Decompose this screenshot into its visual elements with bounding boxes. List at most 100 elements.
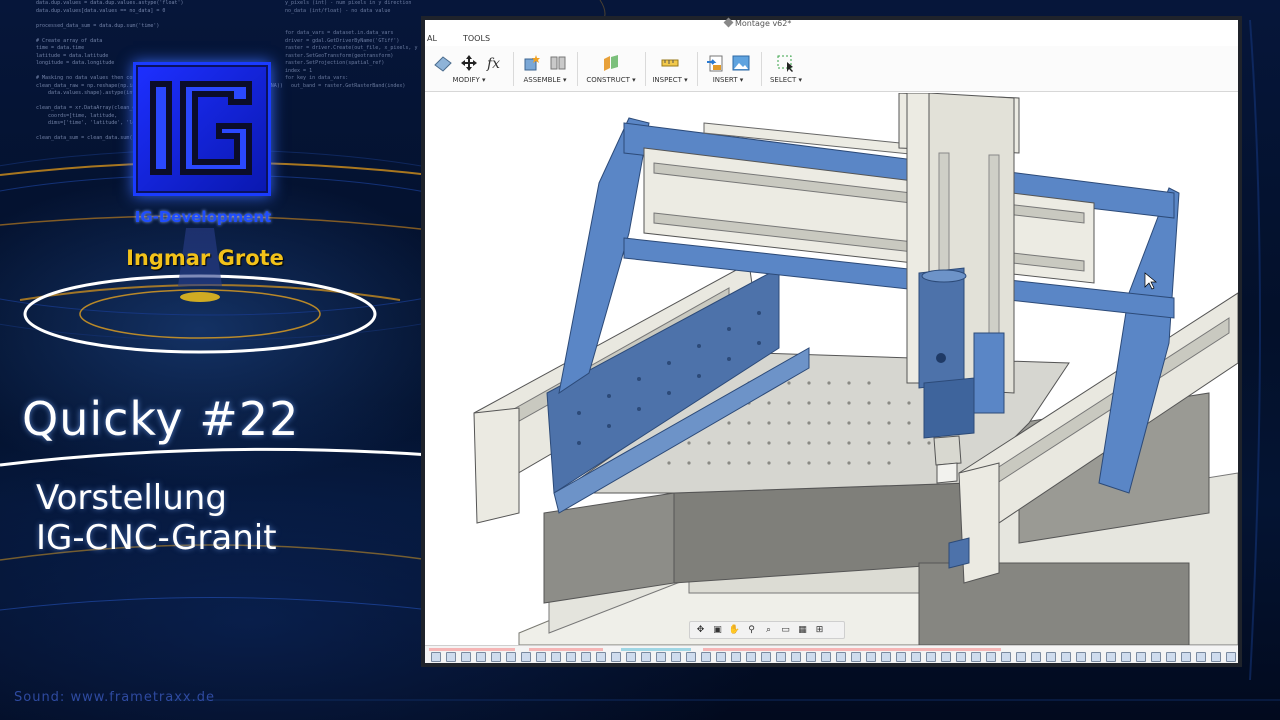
pan-hand-icon[interactable]: ✋ [728, 624, 741, 636]
timeline-feature-icon[interactable] [1106, 652, 1116, 662]
joint-icon[interactable] [548, 53, 568, 73]
timeline-feature-icon[interactable] [926, 652, 936, 662]
look-at-icon[interactable]: ▣ [711, 624, 724, 636]
timeline-feature-icon[interactable] [1181, 652, 1191, 662]
timeline-feature-icon[interactable] [1046, 652, 1056, 662]
timeline-feature-icon[interactable] [896, 652, 906, 662]
timeline-feature-icon[interactable] [686, 652, 696, 662]
timeline-feature-icon[interactable] [1211, 652, 1221, 662]
parameters-fx-icon[interactable]: fx [485, 53, 505, 73]
inspect-group[interactable]: INSPECT ▾ [649, 50, 691, 90]
timeline-feature-icon[interactable] [1226, 652, 1236, 662]
code-background-right: y_pixels (int) - num pixels in y directi… [285, 0, 418, 89]
display-settings-icon[interactable]: ▭ [779, 624, 792, 636]
timeline-feature-icon[interactable] [1091, 652, 1101, 662]
timeline-feature-icon[interactable] [1166, 652, 1176, 662]
grid-settings-icon[interactable]: ▦ [796, 624, 809, 636]
offset-plane-icon[interactable] [601, 53, 621, 73]
press-pull-icon[interactable] [433, 53, 453, 73]
insert-group[interactable]: INSERT ▾ [701, 50, 755, 90]
construct-group[interactable]: CONSTRUCT ▾ [581, 50, 641, 90]
orbit-icon[interactable]: ✥ [694, 624, 707, 636]
new-component-icon[interactable] [522, 53, 542, 73]
timeline-feature-icon[interactable] [476, 652, 486, 662]
timeline-feature-icon[interactable] [746, 652, 756, 662]
move-icon[interactable] [459, 53, 479, 73]
insert-image-icon[interactable] [731, 53, 751, 73]
timeline-feature-icon[interactable] [566, 652, 576, 662]
timeline-feature-icon[interactable] [446, 652, 456, 662]
timeline-feature-icon[interactable] [1076, 652, 1086, 662]
timeline-feature-icon[interactable] [866, 652, 876, 662]
timeline-feature-icon[interactable] [731, 652, 741, 662]
timeline-feature-icon[interactable] [461, 652, 471, 662]
fit-icon[interactable]: ⌕ [762, 624, 775, 636]
tab-tools[interactable]: TOOLS [463, 34, 490, 43]
timeline-feature-icon[interactable] [506, 652, 516, 662]
timeline-feature-icon[interactable] [641, 652, 651, 662]
timeline-feature-icon[interactable] [596, 652, 606, 662]
timeline-feature-icon[interactable] [1061, 652, 1071, 662]
3d-viewport[interactable] [429, 93, 1238, 645]
svg-text:fx: fx [486, 56, 500, 72]
timeline-feature-icon[interactable] [1196, 652, 1206, 662]
subtitle-line-1: Vorstellung [36, 478, 227, 518]
assemble-group[interactable]: ASSEMBLE ▾ [517, 50, 573, 90]
select-label: SELECT ▾ [769, 76, 803, 84]
timeline-feature-icon[interactable] [536, 652, 546, 662]
timeline-feature-icon[interactable] [1151, 652, 1161, 662]
timeline-feature-icon[interactable] [1016, 652, 1026, 662]
timeline-feature-icon[interactable] [821, 652, 831, 662]
timeline-feature-icon[interactable] [986, 652, 996, 662]
timeline-feature-icon[interactable] [671, 652, 681, 662]
timeline-feature-icon[interactable] [581, 652, 591, 662]
timeline-feature-icon[interactable] [716, 652, 726, 662]
timeline-feature-icon[interactable] [806, 652, 816, 662]
ig-logo-mark [138, 67, 266, 191]
tab-surface[interactable]: AL [427, 34, 437, 43]
timeline-features [431, 652, 1236, 662]
timeline-feature-icon[interactable] [1121, 652, 1131, 662]
main-toolbar: fx MODIFY ▾ ASSEMBLE ▾ CONSTRUCT ▾ INSPE… [425, 46, 1238, 92]
timeline-feature-icon[interactable] [626, 652, 636, 662]
timeline-feature-icon[interactable] [941, 652, 951, 662]
toolbar-tabs: AL TOOLS [425, 34, 1238, 46]
timeline-feature-icon[interactable] [971, 652, 981, 662]
timeline-feature-icon[interactable] [551, 652, 561, 662]
timeline-feature-icon[interactable] [431, 652, 441, 662]
timeline-feature-icon[interactable] [881, 652, 891, 662]
timeline-group-bar [703, 648, 1001, 651]
window-select-icon[interactable] [776, 53, 796, 73]
window-title: Montage v62* [723, 17, 791, 28]
modify-label: MODIFY ▾ [452, 76, 486, 84]
timeline-feature-icon[interactable] [611, 652, 621, 662]
select-group[interactable]: SELECT ▾ [765, 50, 807, 90]
timeline-feature-icon[interactable] [1136, 652, 1146, 662]
timeline-feature-icon[interactable] [656, 652, 666, 662]
timeline-feature-icon[interactable] [1001, 652, 1011, 662]
episode-subtitle: Vorstellung IG-CNC-Granit [36, 478, 277, 558]
timeline-feature-icon[interactable] [1031, 652, 1041, 662]
insert-label: INSERT ▾ [712, 76, 744, 84]
modify-group[interactable]: fx MODIFY ▾ [427, 50, 511, 90]
viewports-icon[interactable]: ⊞ [813, 624, 826, 636]
timeline-feature-icon[interactable] [956, 652, 966, 662]
inspect-label: INSPECT ▾ [652, 76, 688, 84]
timeline-feature-icon[interactable] [836, 652, 846, 662]
timeline-feature-icon[interactable] [911, 652, 921, 662]
timeline-group-bar [621, 648, 691, 651]
timeline-feature-icon[interactable] [761, 652, 771, 662]
timeline-feature-icon[interactable] [791, 652, 801, 662]
timeline-feature-icon[interactable] [851, 652, 861, 662]
timeline-feature-icon[interactable] [521, 652, 531, 662]
subtitle-line-2: IG-CNC-Granit [36, 518, 277, 558]
cnc-model[interactable] [429, 93, 1238, 645]
timeline-feature-icon[interactable] [776, 652, 786, 662]
timeline-feature-icon[interactable] [701, 652, 711, 662]
toolbar-separator [513, 52, 514, 86]
ig-logo [133, 62, 271, 196]
timeline-feature-icon[interactable] [491, 652, 501, 662]
measure-icon[interactable] [660, 53, 680, 73]
zoom-icon[interactable]: ⚲ [745, 624, 758, 636]
insert-derive-icon[interactable] [705, 53, 725, 73]
